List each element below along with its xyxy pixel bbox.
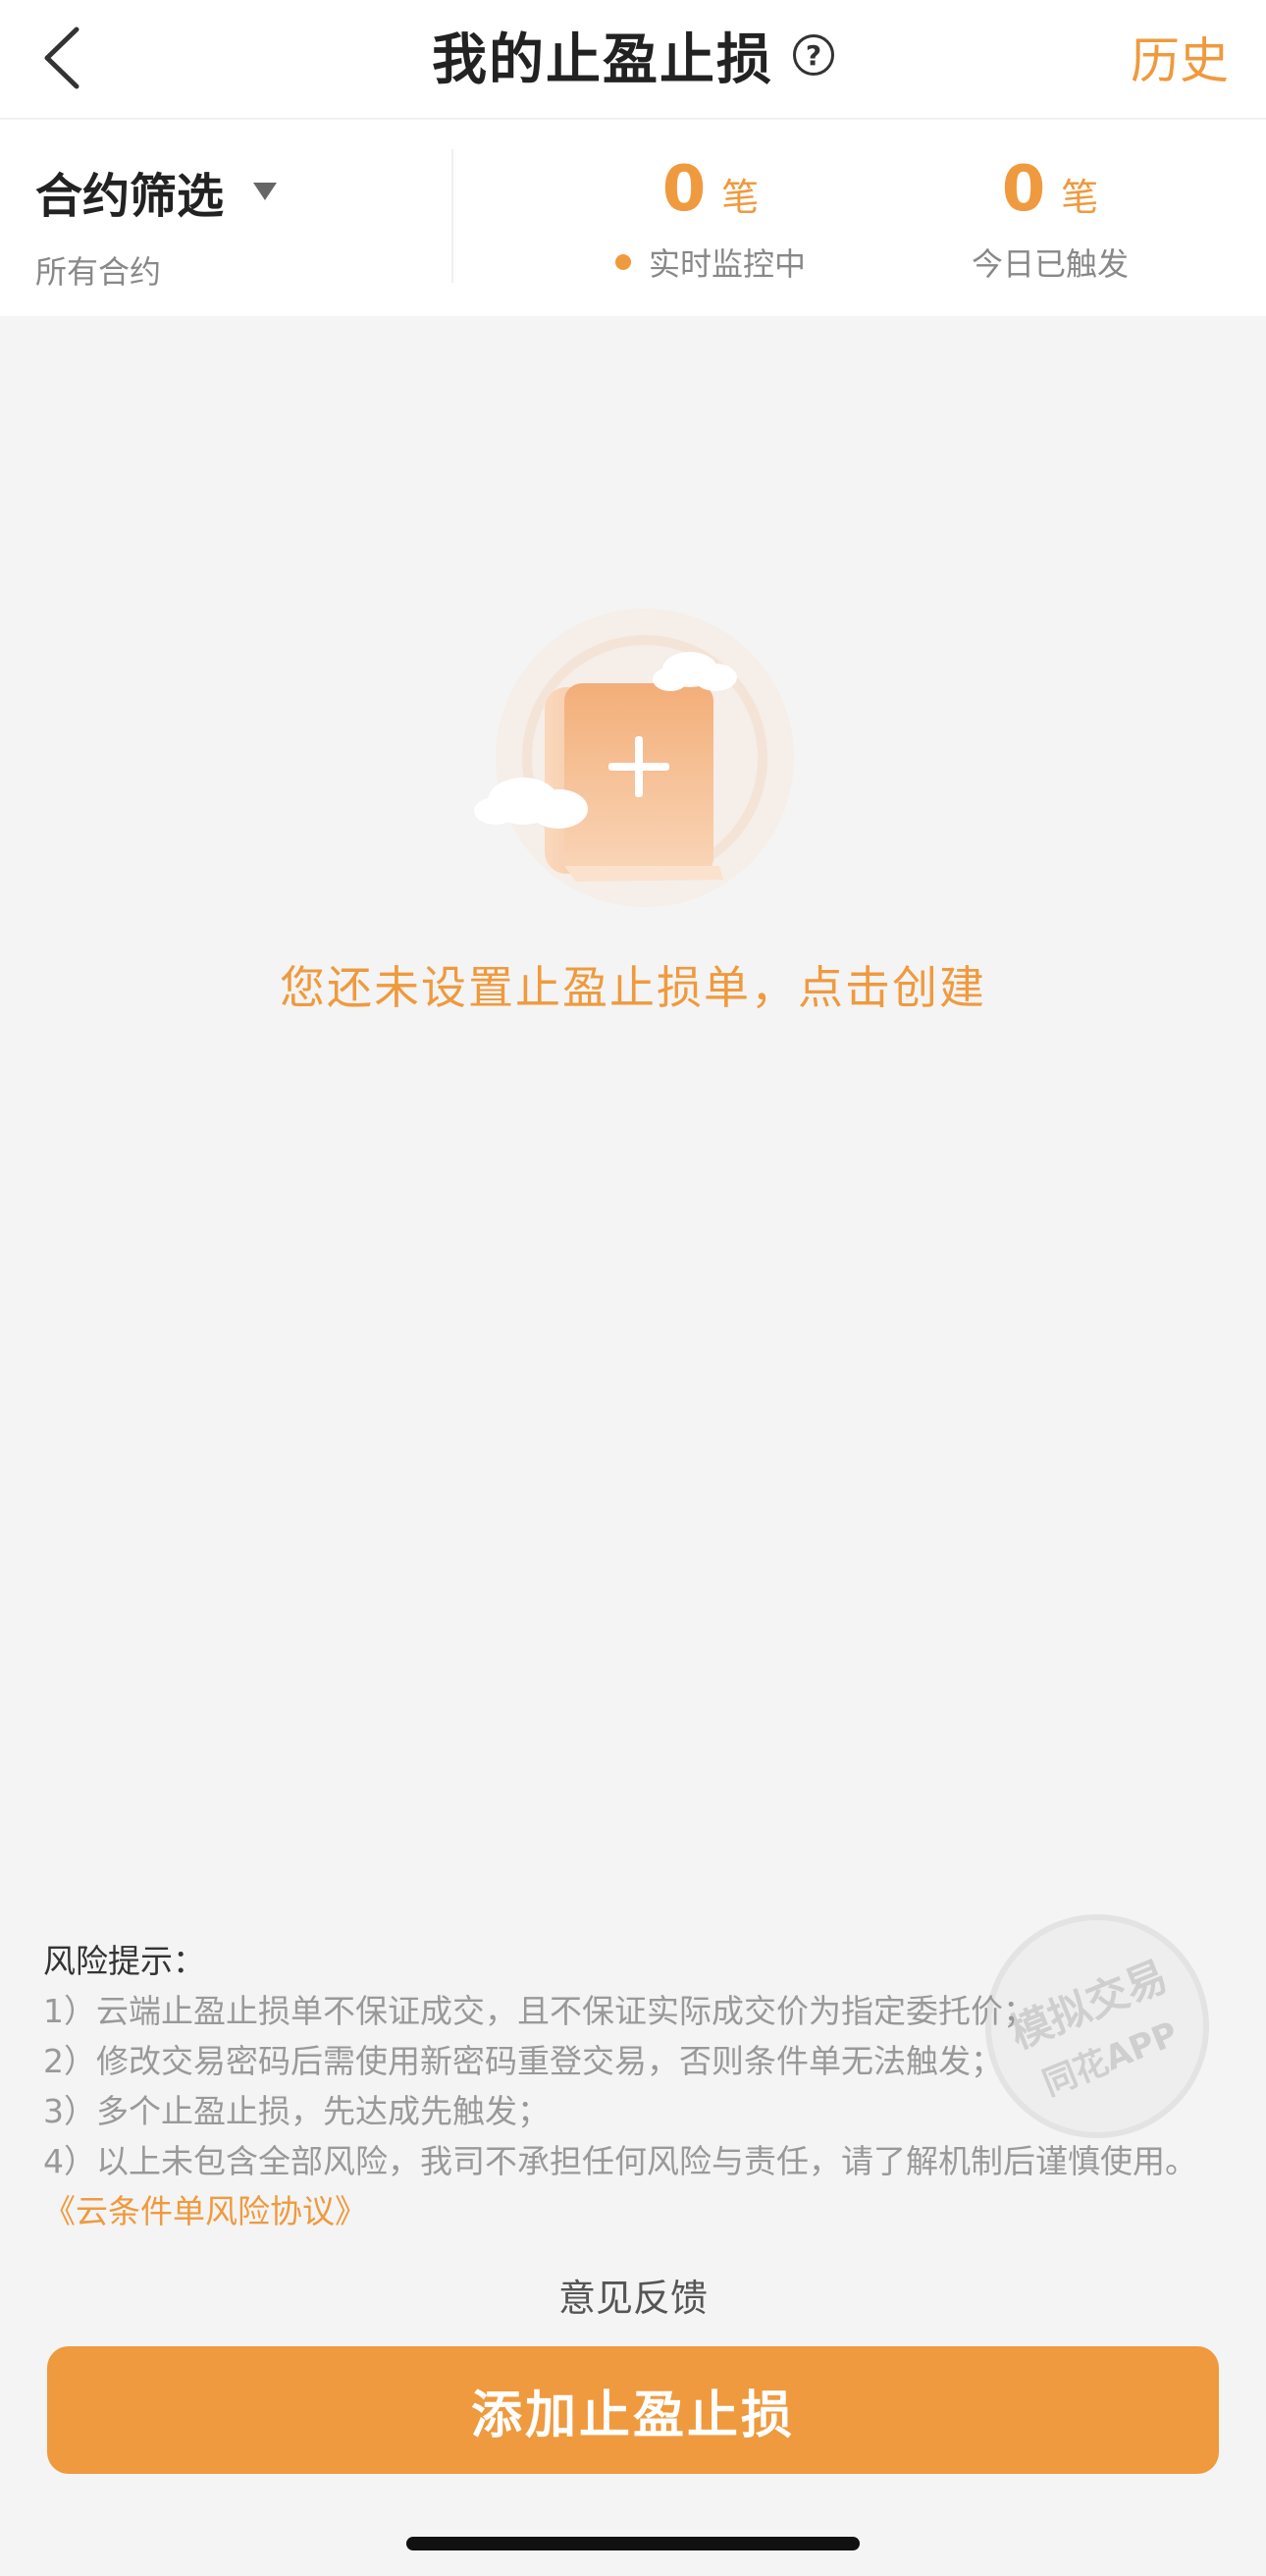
stat-label: 今日已触发	[971, 245, 1129, 283]
risk-item: 1）云端止盈止损单不保证成交，且不保证实际成交价为指定委托价；	[43, 1992, 1035, 2030]
risk-title: 风险提示：	[43, 1942, 205, 1980]
nav-bar: 我的止盈止损 ? 历史	[0, 0, 1266, 119]
caret-down-icon	[253, 183, 278, 200]
status-dot-icon	[614, 254, 631, 270]
filter-title: 合约筛选	[35, 169, 225, 224]
stat-unit: 笔	[1061, 176, 1099, 219]
divider	[451, 149, 453, 283]
stat-label: 实时监控中	[648, 245, 806, 283]
empty-state: 您还未设置止盈止损单，点击创建	[0, 599, 1266, 1017]
stat-triggered-today: 0 笔 今日已触发	[893, 153, 1207, 285]
risk-item: 2）修改交易密码后需使用新密码重登交易，否则条件单无法触发；	[43, 2042, 1003, 2080]
risk-item: 3）多个止盈止损，先达成先触发；	[43, 2092, 550, 2130]
contract-filter[interactable]: 合约筛选 所有合约	[35, 157, 278, 293]
filter-subtitle: 所有合约	[35, 253, 162, 291]
empty-state-text[interactable]: 您还未设置止盈止损单，点击创建	[0, 952, 1266, 1017]
create-order-illustration[interactable]	[466, 599, 800, 923]
stats-header: 合约筛选 所有合约 0 笔 实时监控中 0 笔 今日已触发	[0, 120, 1266, 316]
help-icon[interactable]: ?	[793, 34, 834, 76]
risk-item-last: 4）以上未包含全部风险，我司不承担任何风险与责任，请了解机制后谨慎使用。《云条件…	[43, 2136, 1231, 2236]
home-indicator	[406, 2537, 860, 2550]
risk-item: 4）以上未包含全部风险，我司不承担任何风险与责任，请了解机制后谨慎使用。	[43, 2142, 1197, 2180]
nav-title-group: 我的止盈止损 ?	[0, 20, 1266, 92]
stat-count: 0	[1001, 153, 1046, 226]
add-stop-order-button[interactable]: 添加止盈止损	[47, 2346, 1219, 2474]
risk-notice: 风险提示： 1）云端止盈止损单不保证成交，且不保证实际成交价为指定委托价； 2）…	[43, 1936, 1231, 2236]
page-title: 我的止盈止损	[432, 27, 773, 92]
risk-agreement-link[interactable]: 《云条件单风险协议》	[43, 2192, 367, 2230]
feedback-link[interactable]: 意见反馈	[0, 2268, 1266, 2322]
history-button[interactable]: 历史	[1131, 22, 1229, 92]
stat-unit: 笔	[721, 176, 760, 219]
stat-count: 0	[661, 153, 707, 226]
page: 我的止盈止损 ? 历史 合约筛选 所有合约 0 笔 实时监控中 0 笔 今日已触…	[0, 0, 1266, 2576]
stat-monitoring: 0 笔 实时监控中	[554, 153, 868, 285]
scroll-plus-icon	[474, 609, 794, 907]
